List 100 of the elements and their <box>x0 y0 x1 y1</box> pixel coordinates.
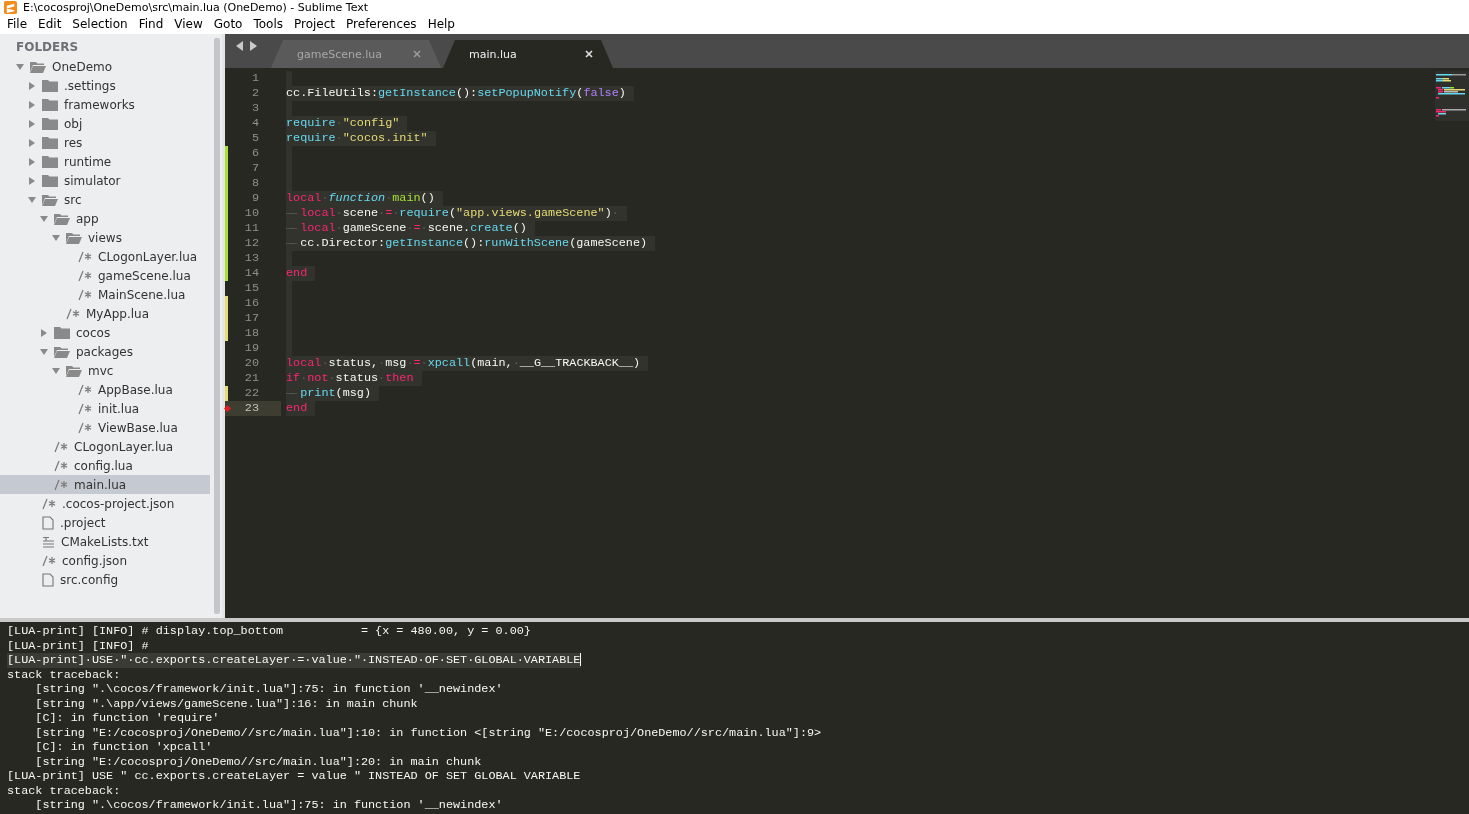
open-folder-icon <box>66 364 82 377</box>
line-number: 14 <box>225 266 281 281</box>
tree-entry[interactable]: MyApp.lua <box>0 304 214 323</box>
tree-entry[interactable]: CLogonLayer.lua <box>0 247 214 266</box>
code-file-icon <box>66 307 80 320</box>
expanded-arrow-icon[interactable] <box>40 347 48 356</box>
collapsed-arrow-icon[interactable] <box>28 81 36 90</box>
tree-entry[interactable]: MainScene.lua <box>0 285 214 304</box>
code-file-icon <box>78 402 92 415</box>
code-file-icon <box>42 497 56 510</box>
expanded-arrow-icon[interactable] <box>52 233 60 242</box>
tree-entry[interactable]: AppBase.lua <box>0 380 214 399</box>
line-number: 18 <box>225 326 281 341</box>
line-number: 23 <box>225 401 281 416</box>
menu-item[interactable]: View <box>169 16 209 33</box>
menu-item[interactable]: Find <box>133 16 170 33</box>
tree-entry[interactable]: init.lua <box>0 399 214 418</box>
folder-item[interactable]: runtime <box>0 152 214 171</box>
expanded-arrow-icon[interactable] <box>16 62 24 71</box>
line-number: 5 <box>250 131 260 146</box>
folder-item[interactable]: mvc <box>0 361 214 380</box>
folder-icon <box>42 79 58 92</box>
folder-item[interactable]: frameworks <box>0 95 214 114</box>
line-number: 20 <box>243 356 260 371</box>
console-line: [LUA-print] USE " cc.exports.createLayer = value " INSTEAD OF SET GLOBAL VARIABLE <box>7 769 582 784</box>
code-file-icon <box>42 554 56 567</box>
collapsed-arrow-icon[interactable] <box>28 138 36 147</box>
minimap-drawing[interactable] <box>1435 71 1469 121</box>
window-title: E:\cocosproj\OneDemo\src\main.lua (OneDemo) - Sublime Text <box>23 1 369 14</box>
folder-icon <box>42 98 58 111</box>
console-line: [C]: in function 'require' <box>34 711 221 726</box>
folder-icon <box>42 155 58 168</box>
scrollbar[interactable] <box>214 38 220 614</box>
menu-item[interactable]: Preferences <box>341 16 423 33</box>
console-line: [string "E:/cocosproj/OneDemo//src/main.lua"]:10: in function <[string "E:/cocosproj/OneDemo//src/main.lua"]:9> <box>34 725 823 740</box>
line-number: 7 <box>225 161 281 176</box>
collapsed-arrow-icon[interactable] <box>28 119 36 128</box>
tree-entry[interactable]: ViewBase.lua <box>0 418 214 437</box>
collapsed-arrow-icon[interactable] <box>28 176 36 185</box>
menu-item[interactable]: Selection <box>67 16 134 33</box>
open-folder-icon <box>54 212 70 225</box>
folder-item[interactable]: src <box>0 190 214 209</box>
folder-item[interactable]: app <box>0 209 214 228</box>
expanded-arrow-icon[interactable] <box>52 366 60 375</box>
code-file-icon <box>78 250 92 263</box>
collapsed-arrow-icon[interactable] <box>28 157 36 166</box>
line-number: 15 <box>243 281 260 296</box>
menu-item[interactable]: Tools <box>248 16 289 33</box>
tree-entry[interactable]: .project <box>0 513 214 532</box>
tree-entry[interactable]: .cocos-project.json <box>0 494 214 513</box>
console-line: [string ".\cocos/framework/init.lua"]:75: in function '__newindex' <box>34 798 504 813</box>
menu-item[interactable]: Help <box>422 16 461 33</box>
folder-item[interactable]: simulator <box>0 171 214 190</box>
console-line: [C]: in function 'xpcall' <box>34 740 214 755</box>
line-number: 13 <box>225 251 281 266</box>
left-arrow-icon[interactable] <box>236 41 244 51</box>
line-number: 9 <box>225 191 281 206</box>
tree-entry[interactable]: gameScene.lua <box>0 266 214 285</box>
document-icon <box>42 572 54 587</box>
console-line: [string "E:/cocosproj/OneDemo//src/main.lua"]:20: in main chunk <box>34 754 483 769</box>
console-line: stack traceback: <box>7 667 122 682</box>
open-folder-icon <box>54 345 70 358</box>
tree-entry[interactable]: main.lua <box>0 475 210 494</box>
folder-icon <box>42 117 58 130</box>
line-number: 3 <box>250 101 260 116</box>
open-folder-icon <box>66 231 82 244</box>
tree-entry[interactable]: src.config <box>0 570 214 589</box>
line-number: 6 <box>225 146 281 161</box>
expanded-arrow-icon[interactable] <box>28 195 36 204</box>
line-number: 8 <box>225 176 281 191</box>
tree-entry[interactable]: config.lua <box>0 456 214 475</box>
console-line: [string ".\cocos/framework/init.lua"]:75: in function '__newindex' <box>34 682 504 697</box>
tree-entry[interactable]: CMakeLists.txt <box>0 532 214 551</box>
folder-item[interactable]: packages <box>0 342 214 361</box>
code-file-icon <box>54 440 68 453</box>
tab[interactable]: main.lua <box>443 40 613 68</box>
console-line: [LUA-print] [INFO] # <box>7 638 150 653</box>
open-folder-icon <box>42 193 58 206</box>
line-number: 1 <box>250 71 260 86</box>
console-line: stack traceback: <box>7 783 122 798</box>
tree-entry[interactable]: config.json <box>0 551 214 570</box>
menu-item[interactable]: File <box>2 16 34 33</box>
expanded-arrow-icon[interactable] <box>40 214 48 223</box>
code-file-icon <box>78 288 92 301</box>
collapsed-arrow-icon[interactable] <box>28 100 36 109</box>
menu-item[interactable]: Edit <box>33 16 68 33</box>
menu-item[interactable]: Goto <box>208 16 249 33</box>
line-number: 16 <box>225 296 281 311</box>
folder-item[interactable]: cocos <box>0 323 214 342</box>
collapsed-arrow-icon[interactable] <box>40 328 48 337</box>
right-arrow-icon[interactable] <box>249 41 257 51</box>
folder-item[interactable]: res <box>0 133 214 152</box>
folder-item[interactable]: views <box>0 228 214 247</box>
sidebar-heading: FOLDERS <box>15 39 80 56</box>
folder-item[interactable]: OneDemo <box>0 57 214 76</box>
folder-item[interactable]: obj <box>0 114 214 133</box>
folder-item[interactable]: .settings <box>0 76 214 95</box>
tree-entry[interactable]: CLogonLayer.lua <box>0 437 214 456</box>
menu-item[interactable]: Project <box>289 16 342 33</box>
line-number: 21 <box>243 371 260 386</box>
